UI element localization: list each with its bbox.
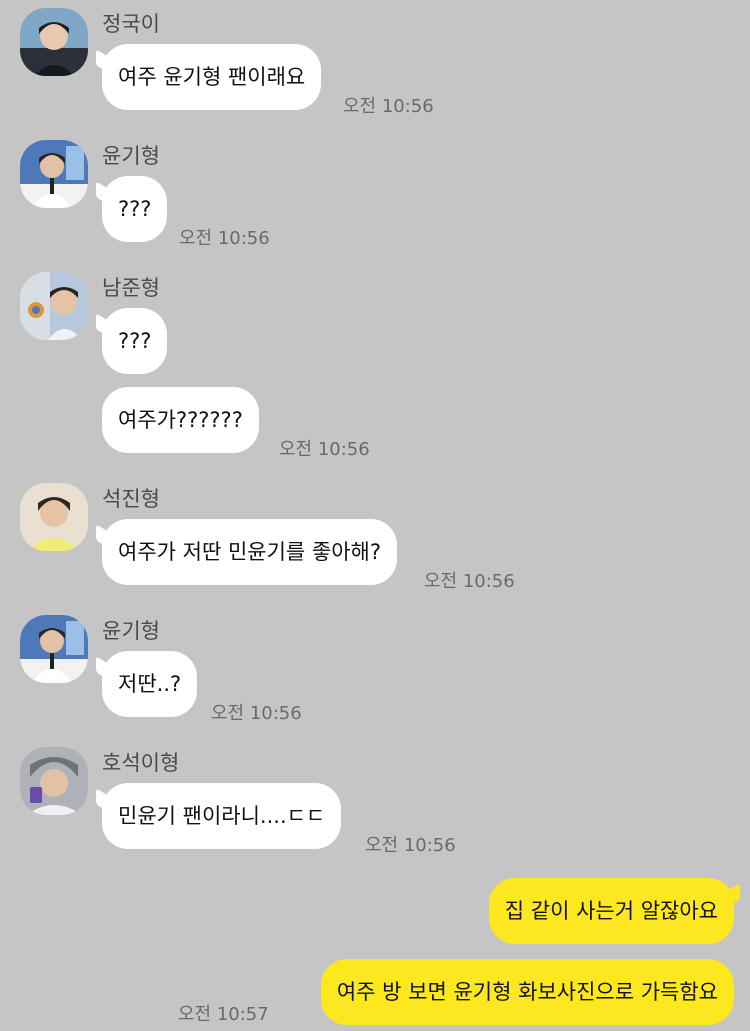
message-bubble[interactable]: 여주가?????? xyxy=(102,387,259,453)
message-bubble[interactable]: 민윤기 팬이라니....ㄷㄷ xyxy=(102,783,342,849)
message-bubble[interactable]: 저딴..? xyxy=(102,651,198,717)
sender-name: 정국이 xyxy=(102,12,160,36)
sender-name: 윤기형 xyxy=(102,144,160,168)
yoongi-avatar-image xyxy=(20,615,88,683)
message-time: 오전 10:57 xyxy=(178,1004,269,1025)
message-time: 오전 10:56 xyxy=(343,96,434,117)
jungkook-avatar-image xyxy=(20,8,88,76)
chat-thread[interactable]: 정국이 여주 윤기형 팬이래요 오전 10:56 윤기형 ??? 오전 10:5… xyxy=(0,0,750,1031)
yoongi-avatar-image xyxy=(20,140,88,208)
profile-avatar-jungkook[interactable] xyxy=(20,8,88,76)
message-bubble[interactable]: ??? xyxy=(102,176,168,242)
profile-avatar-namjoon[interactable] xyxy=(20,272,88,340)
sender-name: 남준형 xyxy=(102,276,160,300)
message-bubble[interactable]: ??? xyxy=(102,308,168,374)
my-message-bubble[interactable]: 여주 방 보면 윤기형 화보사진으로 가득함요 xyxy=(320,959,734,1025)
message-bubble[interactable]: 여주가 저딴 민윤기를 좋아해? xyxy=(102,519,398,585)
profile-avatar-yoongi[interactable] xyxy=(20,615,88,683)
message-time: 오전 10:56 xyxy=(211,703,302,724)
message-time: 오전 10:56 xyxy=(279,439,370,460)
sender-name: 석진형 xyxy=(102,487,160,511)
profile-avatar-hoseok[interactable] xyxy=(20,747,88,815)
seokjin-avatar-image xyxy=(20,483,88,551)
my-message-bubble[interactable]: 집 같이 사는거 알잖아요 xyxy=(488,878,734,944)
message-time: 오전 10:56 xyxy=(424,571,515,592)
message-time: 오전 10:56 xyxy=(365,835,456,856)
profile-avatar-seokjin[interactable] xyxy=(20,483,88,551)
sender-name: 윤기형 xyxy=(102,619,160,643)
namjoon-avatar-image xyxy=(20,272,88,340)
sender-name: 호석이형 xyxy=(102,751,180,775)
message-time: 오전 10:56 xyxy=(179,228,270,249)
profile-avatar-yoongi[interactable] xyxy=(20,140,88,208)
message-bubble[interactable]: 여주 윤기형 팬이래요 xyxy=(102,44,322,110)
hoseok-avatar-image xyxy=(20,747,88,815)
